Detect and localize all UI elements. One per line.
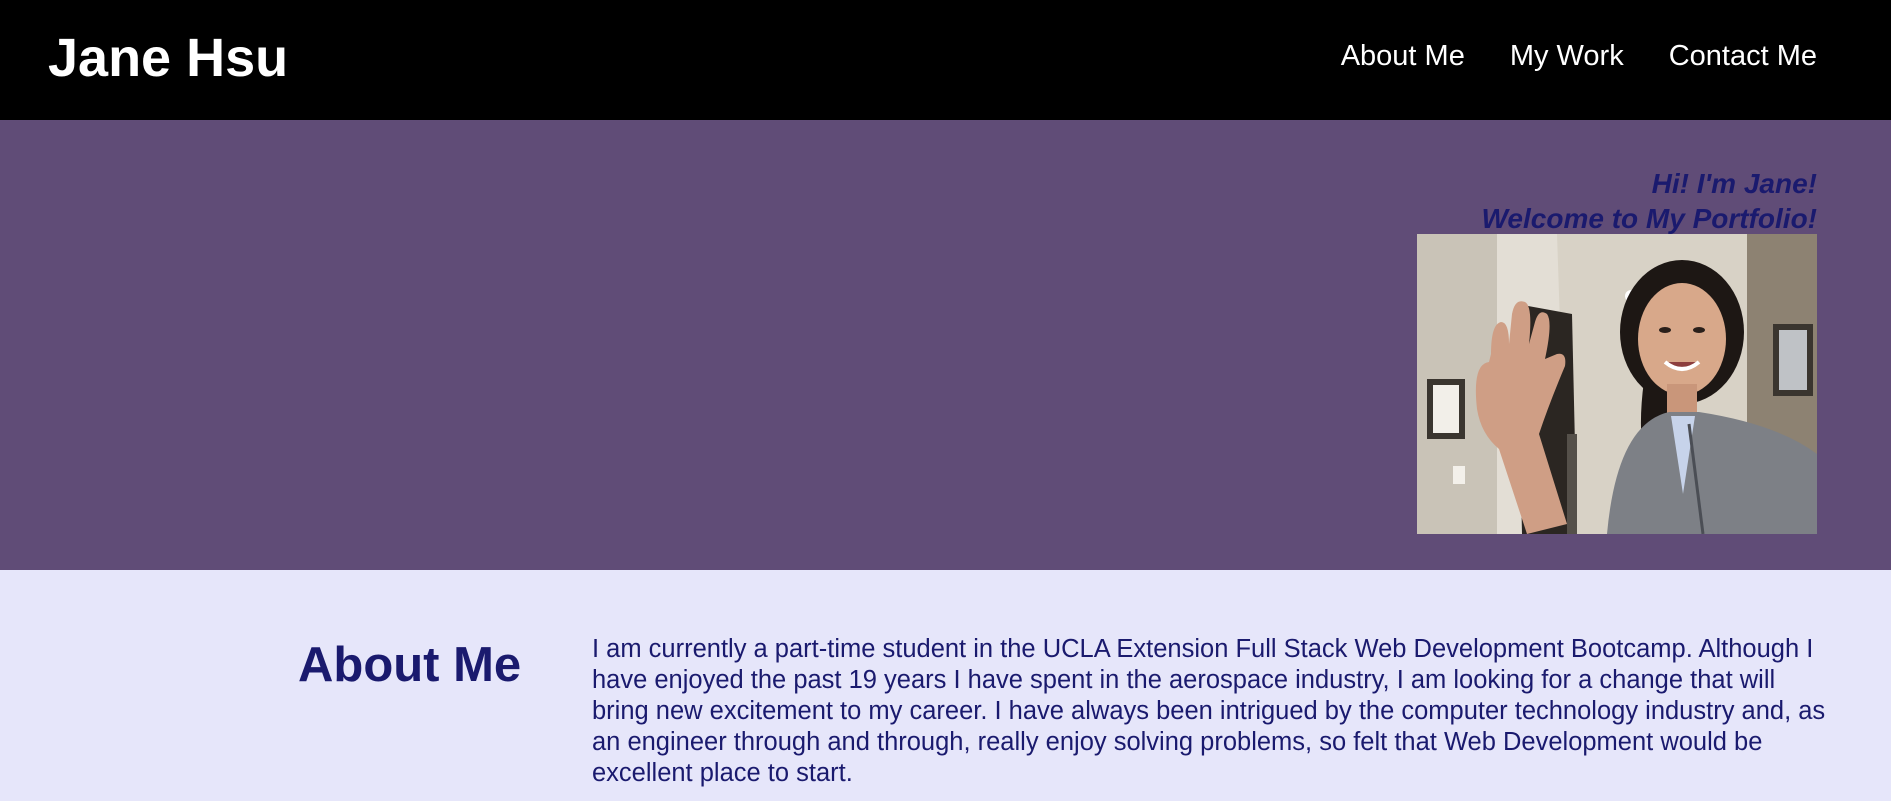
main-nav: About Me My Work Contact Me (1341, 38, 1817, 74)
profile-photo (1417, 234, 1817, 534)
about-paragraph: I am currently a part-time student in th… (592, 635, 1826, 787)
hero-banner: Hi! I'm Jane! Welcome to My Portfolio! (0, 120, 1891, 570)
nav-contact-me[interactable]: Contact Me (1669, 38, 1817, 74)
greeting-line-1: Hi! I'm Jane! (1651, 168, 1817, 199)
hero-greeting: Hi! I'm Jane! Welcome to My Portfolio! (1482, 166, 1818, 236)
about-heading: About Me (298, 638, 522, 692)
site-name: Jane Hsu (48, 28, 289, 88)
site-header: Jane Hsu About Me My Work Contact Me (0, 0, 1891, 120)
greeting-line-2: Welcome to My Portfolio! (1481, 203, 1818, 234)
about-section: About Me I am currently a part-time stud… (0, 570, 1891, 801)
nav-my-work[interactable]: My Work (1510, 38, 1624, 74)
nav-about-me[interactable]: About Me (1341, 38, 1465, 74)
